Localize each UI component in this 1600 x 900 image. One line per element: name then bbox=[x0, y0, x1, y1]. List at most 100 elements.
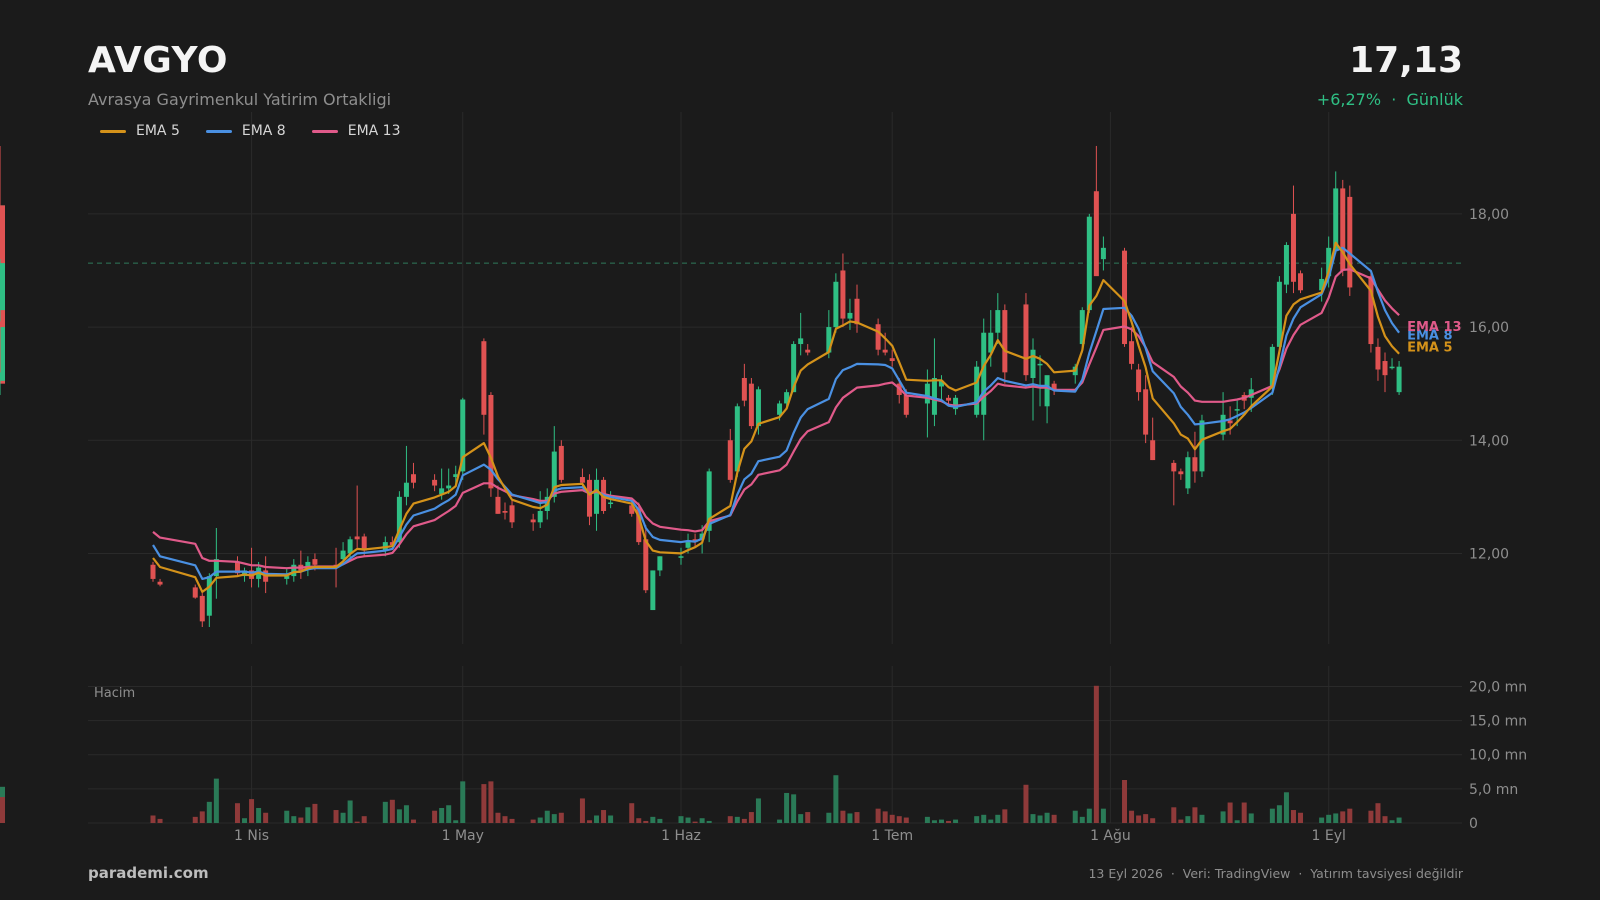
volume-bar bbox=[1199, 814, 1205, 823]
candle-body bbox=[931, 378, 937, 415]
series-line-ema5 bbox=[152, 241, 1400, 594]
candle-body bbox=[1143, 389, 1149, 435]
candle-body bbox=[150, 564, 156, 579]
volume-bar bbox=[1368, 810, 1374, 823]
candle-body bbox=[1185, 457, 1191, 489]
candle-body bbox=[798, 338, 804, 345]
candle-body bbox=[1086, 216, 1092, 311]
volume-bar bbox=[1136, 815, 1142, 823]
volume-bar bbox=[1192, 807, 1198, 823]
x-axis-tick-label: 1 Haz bbox=[661, 828, 701, 844]
candle-body bbox=[889, 358, 895, 362]
candle-body bbox=[0, 318, 5, 325]
volume-bar bbox=[206, 801, 212, 823]
volume-bar bbox=[389, 799, 395, 823]
candle-body bbox=[854, 298, 860, 325]
volume-bar bbox=[1227, 802, 1233, 823]
volume-bar bbox=[847, 813, 853, 823]
volume-bar bbox=[242, 818, 248, 823]
volume-bar bbox=[1185, 816, 1191, 823]
volume-bar bbox=[692, 821, 698, 823]
volume-bar bbox=[1044, 812, 1050, 823]
candle-body bbox=[1093, 191, 1099, 277]
volume-bar bbox=[988, 819, 994, 823]
volume-bar bbox=[1347, 808, 1353, 823]
volume-bar bbox=[410, 819, 416, 823]
candle-body bbox=[1333, 188, 1339, 251]
candle-body bbox=[291, 564, 297, 577]
volume-axis-tick-label: 5,0 mn bbox=[1469, 782, 1518, 798]
volume-bar bbox=[924, 816, 930, 823]
volume-bar bbox=[896, 816, 902, 823]
candle-body bbox=[1023, 304, 1029, 376]
volume-bar bbox=[579, 798, 585, 823]
volume-bar bbox=[650, 816, 656, 823]
series-end-label-ema13: EMA 13 bbox=[1407, 320, 1462, 335]
volume-bar bbox=[544, 810, 550, 823]
x-axis-tick-label: 1 May bbox=[442, 828, 484, 844]
volume-bar bbox=[889, 814, 895, 823]
price-axis-tick-label: 16,00 bbox=[1469, 320, 1509, 336]
volume-bar bbox=[629, 803, 635, 823]
volume-bar bbox=[439, 807, 445, 823]
candle-body bbox=[586, 479, 592, 517]
candle-body bbox=[312, 559, 318, 565]
volume-bar bbox=[1086, 808, 1092, 823]
candle-body bbox=[946, 397, 952, 401]
candle-body bbox=[354, 536, 360, 540]
volume-bar bbox=[953, 819, 959, 823]
volume-bar bbox=[706, 820, 712, 823]
volume-bar bbox=[755, 798, 761, 823]
candle-body bbox=[432, 479, 438, 486]
volume-bar bbox=[854, 812, 860, 823]
volume-bar bbox=[1072, 810, 1078, 823]
candle-body bbox=[1234, 409, 1240, 411]
candle-body bbox=[882, 349, 888, 353]
volume-bar bbox=[938, 819, 944, 823]
volume-bar bbox=[777, 819, 783, 823]
volume-bar bbox=[608, 815, 614, 823]
candle-body bbox=[727, 440, 733, 480]
volume-bar bbox=[199, 811, 205, 823]
volume-bar bbox=[382, 801, 388, 823]
candle-body bbox=[594, 479, 600, 514]
candle-body bbox=[1375, 346, 1381, 370]
price-chart[interactable]: 1 Nis 1 May 1 Haz 1 Tem 1 Ağu 1 Eyl 12,00 14,00… bbox=[0, 0, 1600, 900]
volume-axis-tick-label: 15,0 mn bbox=[1469, 714, 1527, 730]
volume-bar bbox=[727, 816, 733, 823]
volume-bar bbox=[530, 819, 536, 823]
footer-brand[interactable]: parademi.com bbox=[88, 864, 209, 882]
volume-bar bbox=[657, 818, 663, 823]
footer-note: 13 Eyl 2026 · Veri: TradingView · Yatırı… bbox=[1088, 866, 1463, 881]
volume-bar bbox=[347, 800, 353, 823]
volume-bar bbox=[551, 814, 557, 823]
volume-bar bbox=[1030, 814, 1036, 823]
volume-bar bbox=[157, 818, 163, 823]
volume-bar bbox=[678, 816, 684, 823]
price-axis-tick-label: 18,00 bbox=[1469, 207, 1509, 223]
volume-axis-tick-label: 10,0 mn bbox=[1469, 748, 1527, 764]
volume-bar bbox=[460, 781, 466, 823]
candle-body bbox=[558, 445, 564, 480]
volume-bar bbox=[1375, 803, 1381, 823]
volume-bar bbox=[1129, 810, 1135, 823]
candle-body bbox=[1199, 420, 1205, 472]
volume-bar bbox=[495, 812, 501, 823]
candle-body bbox=[206, 576, 212, 616]
volume-bar bbox=[1143, 814, 1149, 823]
candle-body bbox=[1227, 420, 1233, 424]
candle-body bbox=[741, 378, 747, 401]
volume-bar bbox=[826, 812, 832, 823]
volume-bar bbox=[805, 812, 811, 823]
volume-bar bbox=[312, 803, 318, 823]
candle-body bbox=[1340, 188, 1346, 271]
candle-body bbox=[903, 394, 909, 415]
candle-body bbox=[1298, 273, 1304, 291]
candle-body bbox=[1044, 375, 1050, 407]
volume-bar bbox=[1283, 792, 1289, 823]
volume-bar bbox=[1269, 808, 1275, 823]
candle-body bbox=[1389, 366, 1395, 369]
x-axis-tick-label: 1 Tem bbox=[871, 828, 913, 844]
candle-body bbox=[1100, 247, 1106, 260]
candle-body bbox=[650, 570, 656, 611]
